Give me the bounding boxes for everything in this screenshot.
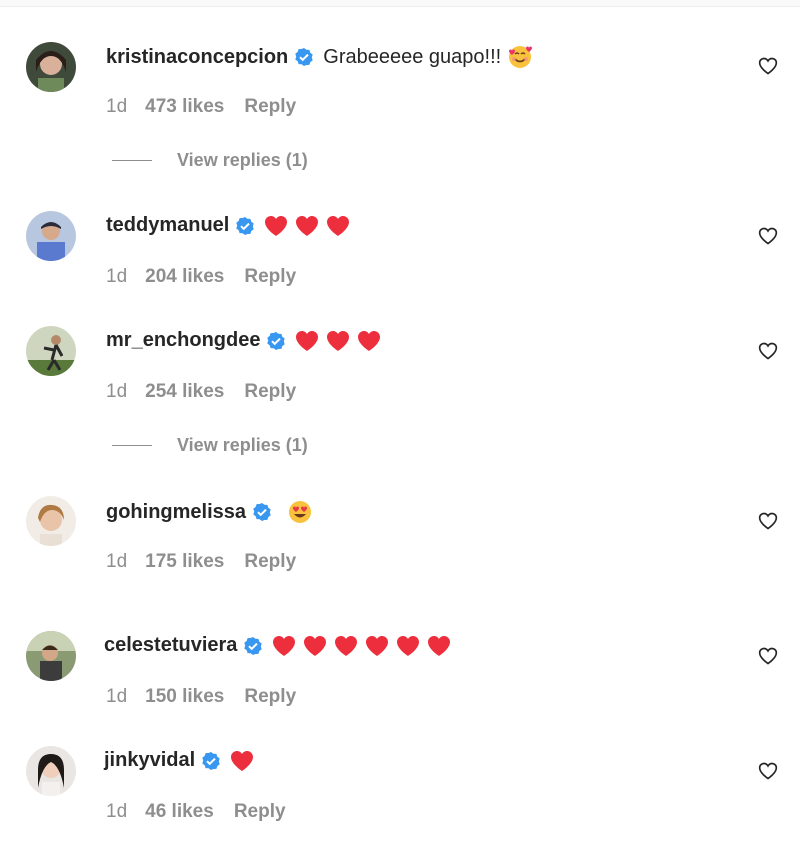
comment-likes[interactable]: 473 likes bbox=[145, 96, 224, 118]
verified-badge-icon bbox=[266, 331, 286, 351]
reply-button[interactable]: Reply bbox=[244, 551, 296, 573]
red-heart-icon bbox=[427, 635, 451, 657]
avatar[interactable] bbox=[26, 631, 76, 681]
top-divider bbox=[0, 0, 800, 7]
red-heart-icon bbox=[264, 215, 288, 237]
avatar[interactable] bbox=[26, 746, 76, 796]
avatar[interactable] bbox=[26, 211, 76, 261]
like-heart-icon[interactable] bbox=[758, 341, 778, 361]
comment-likes[interactable]: 46 likes bbox=[145, 801, 214, 823]
heart-eyes-icon bbox=[287, 499, 313, 525]
comment-likes[interactable]: 204 likes bbox=[145, 266, 224, 288]
red-heart-icon bbox=[357, 330, 381, 352]
comment-likes[interactable]: 254 likes bbox=[145, 381, 224, 403]
verified-badge-icon bbox=[252, 502, 272, 522]
verified-badge-icon bbox=[235, 216, 255, 236]
red-heart-icon bbox=[334, 635, 358, 657]
username[interactable]: jinkyvidal bbox=[104, 749, 195, 772]
red-heart-icon bbox=[326, 215, 350, 237]
red-heart-icon bbox=[303, 635, 327, 657]
avatar[interactable] bbox=[26, 496, 76, 546]
reply-button[interactable]: Reply bbox=[244, 381, 296, 403]
comment-likes[interactable]: 175 likes bbox=[145, 551, 224, 573]
username[interactable]: teddymanuel bbox=[106, 214, 229, 237]
verified-badge-icon bbox=[243, 636, 263, 656]
verified-badge-icon bbox=[201, 751, 221, 771]
reply-button[interactable]: Reply bbox=[244, 96, 296, 118]
comment-text: Grabeeeee guapo!!! bbox=[323, 45, 502, 68]
view-replies-line bbox=[112, 160, 152, 161]
like-heart-icon[interactable] bbox=[758, 761, 778, 781]
red-heart-icon bbox=[230, 750, 254, 772]
avatar[interactable] bbox=[26, 42, 76, 92]
comment-time: 1d bbox=[106, 96, 128, 117]
comment-time: 1d bbox=[106, 801, 128, 822]
verified-badge-icon bbox=[294, 47, 314, 67]
reply-button[interactable]: Reply bbox=[244, 686, 296, 708]
red-heart-icon bbox=[326, 330, 350, 352]
comment-likes[interactable]: 150 likes bbox=[145, 686, 224, 708]
like-heart-icon[interactable] bbox=[758, 511, 778, 531]
hearts-row bbox=[272, 635, 458, 657]
red-heart-icon bbox=[295, 330, 319, 352]
red-heart-icon bbox=[272, 635, 296, 657]
reply-button[interactable]: Reply bbox=[244, 266, 296, 288]
username[interactable]: celestetuviera bbox=[104, 634, 237, 657]
like-heart-icon[interactable] bbox=[758, 646, 778, 666]
red-heart-icon bbox=[365, 635, 389, 657]
red-heart-icon bbox=[295, 215, 319, 237]
avatar[interactable] bbox=[26, 326, 76, 376]
hearts-row bbox=[264, 215, 357, 237]
username[interactable]: kristinaconcepcion bbox=[106, 46, 288, 69]
view-replies-label: View replies (1) bbox=[177, 150, 308, 170]
username[interactable]: gohingmelissa bbox=[106, 501, 246, 524]
reply-button[interactable]: Reply bbox=[234, 801, 286, 823]
hearts-row bbox=[295, 330, 388, 352]
like-heart-icon[interactable] bbox=[758, 56, 778, 76]
view-replies-button[interactable]: View replies (1) bbox=[112, 435, 308, 456]
smiling-face-with-hearts-icon bbox=[507, 44, 533, 70]
username[interactable]: mr_enchongdee bbox=[106, 329, 260, 352]
like-heart-icon[interactable] bbox=[758, 226, 778, 246]
comment-time: 1d bbox=[106, 686, 128, 707]
view-replies-line bbox=[112, 445, 152, 446]
hearts-row bbox=[230, 750, 261, 772]
red-heart-icon bbox=[396, 635, 420, 657]
view-replies-label: View replies (1) bbox=[177, 435, 308, 455]
view-replies-button[interactable]: View replies (1) bbox=[112, 150, 308, 171]
comment-time: 1d bbox=[106, 381, 128, 402]
comment-time: 1d bbox=[106, 551, 128, 572]
comment-time: 1d bbox=[106, 266, 128, 287]
